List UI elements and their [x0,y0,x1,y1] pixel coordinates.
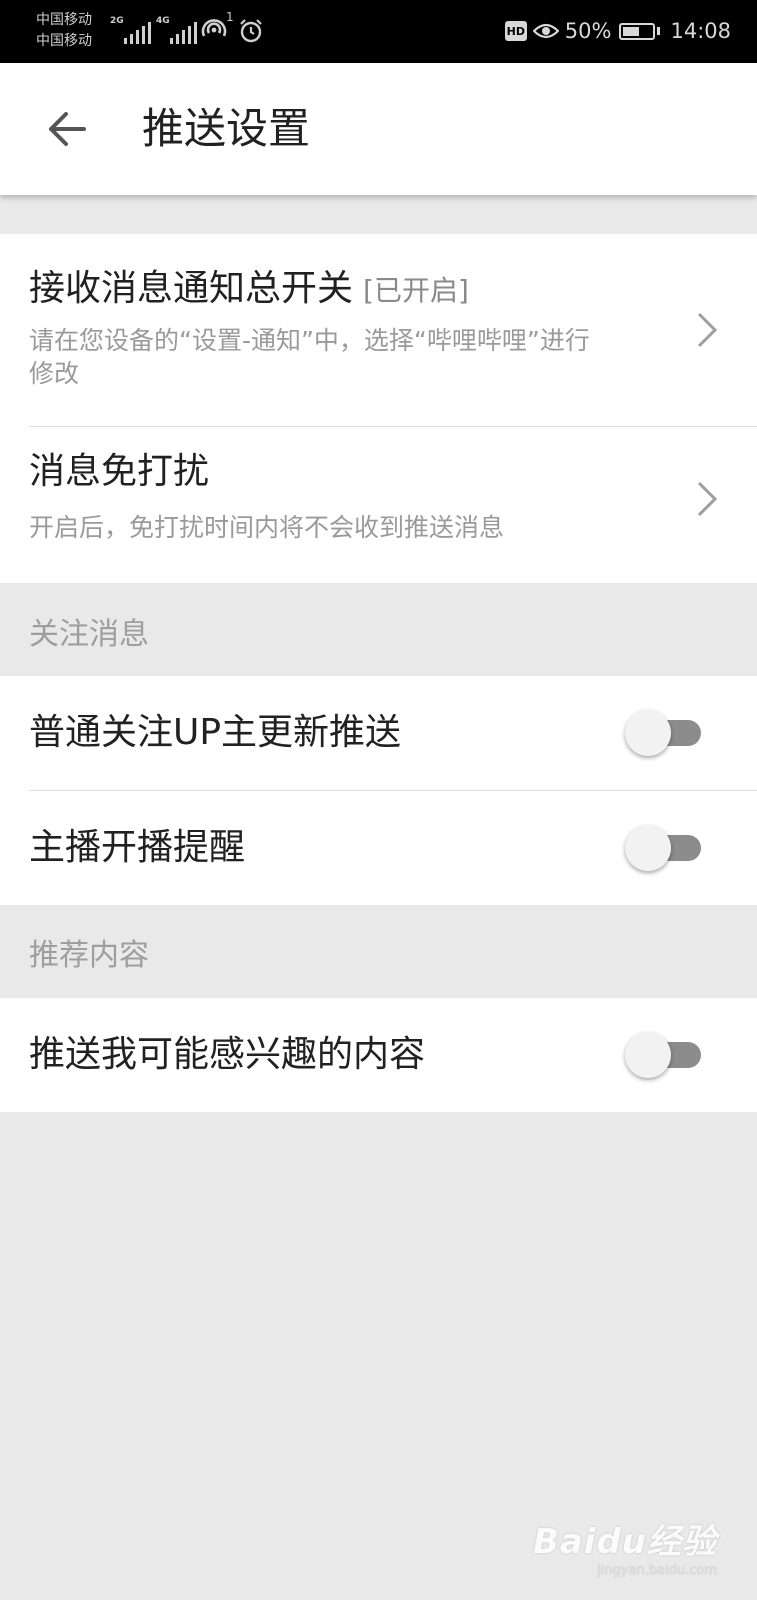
hotspot-icon: 1 [200,10,236,48]
follow-card: 普通关注UP主更新推送 主播开播提醒 [0,676,757,905]
battery-percent: 50% [564,19,612,43]
arrow-left-icon [49,112,86,146]
master-switch-state: [已开启] [363,274,469,307]
master-switch-desc: 请在您设备的“设置-通知”中，选择“哔哩哔哩”进行修改 [29,326,590,388]
recommend-label: 推送我可能感兴趣的内容 [29,1034,426,1075]
hd-icon: HD [504,21,527,41]
baidu-watermark: Baidu经验 jingyan.baidu.com [533,1514,717,1578]
dnd-row[interactable]: 消息免打扰 开启后，免打扰时间内将不会收到推送消息 [0,427,757,583]
recommend-card: 推送我可能感兴趣的内容 [0,998,757,1112]
page-title: 推送设置 [142,104,311,153]
carrier-2: 中国移动 [36,33,92,49]
battery-icon [619,22,656,40]
toggle-knob [625,825,671,871]
watermark-url: jingyan.baidu.com [597,1563,717,1578]
carrier-1: 中国移动 [36,12,92,28]
live-reminder-label: 主播开播提醒 [29,827,246,868]
follow-up-label: 普通关注UP主更新推送 [29,712,402,753]
notification-settings-card: 接收消息通知总开关 [已开启] 请在您设备的“设置-通知”中，选择“哔哩哔哩”进行… [0,234,757,583]
app-header: 推送设置 [0,63,757,195]
chevron-right-icon [697,312,718,348]
carrier-info: 中国移动 中国移动 [36,10,92,52]
network-type-1: 2G [110,16,124,26]
alarm-icon [238,18,264,48]
recommend-toggle[interactable] [625,1032,705,1078]
status-bar: 中国移动 中国移动 2G 4G 1 HD 50% 14:08 [0,0,757,63]
chevron-right-icon [697,481,718,517]
master-switch-label: 接收消息通知总开关 [29,268,354,309]
status-right: HD 50% 14:08 [504,16,731,46]
eye-comfort-icon [532,22,559,40]
back-button[interactable] [36,99,96,159]
section-label-follow: 关注消息 [29,617,149,652]
master-switch-title: 接收消息通知总开关 [已开启] [29,264,469,316]
follow-up-row: 普通关注UP主更新推送 [0,676,757,790]
toggle-knob [625,1032,671,1078]
section-label-recommend: 推荐内容 [29,938,149,973]
hotspot-count: 1 [226,10,234,24]
clock: 14:08 [670,19,731,43]
live-reminder-toggle[interactable] [625,825,705,871]
network-type-2: 4G [156,16,170,26]
recommend-row: 推送我可能感兴趣的内容 [0,998,757,1112]
master-switch-row[interactable]: 接收消息通知总开关 [已开启] 请在您设备的“设置-通知”中，选择“哔哩哔哩”进行… [0,234,757,426]
signal-1-icon: 2G [110,14,151,44]
battery-tip [657,27,661,35]
dnd-title: 消息免打扰 [29,451,210,492]
dnd-desc: 开启后，免打扰时间内将不会收到推送消息 [29,513,505,542]
follow-up-toggle[interactable] [625,710,705,756]
toggle-knob [625,710,671,756]
live-reminder-row: 主播开播提醒 [0,791,757,905]
watermark-logo: Baidu经验 [532,1522,717,1562]
signal-2-icon: 4G [156,14,197,44]
